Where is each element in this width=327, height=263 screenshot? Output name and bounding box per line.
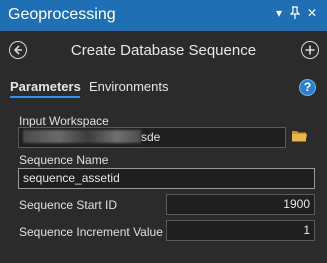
tool-title: Create Database Sequence xyxy=(70,42,257,59)
add-icon xyxy=(305,45,315,55)
start-id-label: Sequence Start ID xyxy=(19,198,118,212)
folder-icon[interactable] xyxy=(291,129,308,147)
pane-titlebar: Geoprocessing ▾ ✕ xyxy=(0,0,327,31)
redacted-path xyxy=(23,130,141,143)
input-workspace-label: Input Workspace xyxy=(19,114,109,128)
increment-field[interactable]: 1 xyxy=(166,220,315,241)
tab-environments[interactable]: Environments xyxy=(89,79,168,94)
pane-menu-button[interactable]: ▾ xyxy=(276,6,282,20)
tool-header: Create Database Sequence xyxy=(0,31,327,71)
active-tab-indicator xyxy=(10,96,80,98)
close-button[interactable]: ✕ xyxy=(307,6,317,20)
input-workspace-value: sde xyxy=(141,130,161,144)
pin-button[interactable] xyxy=(289,6,301,22)
sequence-name-field[interactable]: sequence_assetid xyxy=(18,168,315,189)
sequence-name-label: Sequence Name xyxy=(19,153,109,167)
pane-title: Geoprocessing xyxy=(8,6,116,23)
increment-label: Sequence Increment Value xyxy=(19,225,163,239)
pin-icon xyxy=(289,6,301,19)
tool-tabs: Parameters Environments xyxy=(0,74,327,100)
start-id-field[interactable]: 1900 xyxy=(166,194,315,215)
input-workspace-field[interactable]: sde xyxy=(18,127,286,148)
tab-parameters[interactable]: Parameters xyxy=(10,79,81,94)
add-button[interactable] xyxy=(301,41,319,59)
help-icon[interactable]: ? xyxy=(299,79,316,96)
